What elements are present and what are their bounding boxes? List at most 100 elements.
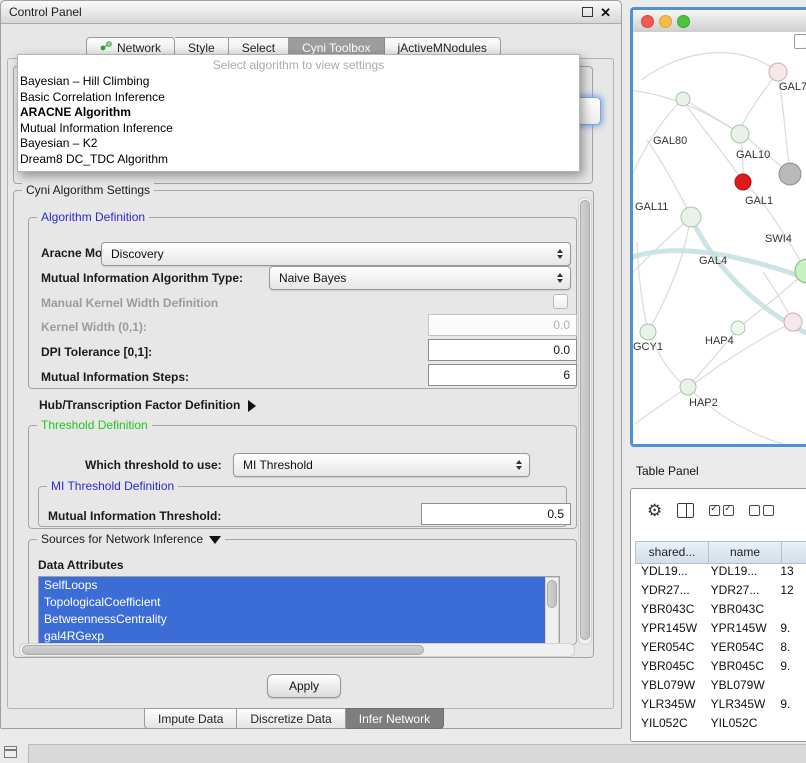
table-panel-window: ⚙ shared...name YDL19...YDL19...13YDR27.… [630,488,806,742]
data-attributes-label: Data Attributes [38,558,124,572]
mi-steps-input[interactable]: 6 [428,364,577,386]
attribute-item[interactable]: TopologicalCoefficient [39,594,552,611]
column-header[interactable]: name [709,541,782,564]
network-node[interactable] [680,379,696,395]
network-node[interactable] [779,163,801,185]
network-node[interactable] [681,207,701,227]
scrollbar-thumb[interactable] [547,580,557,608]
panel-toggle-icon[interactable] [4,746,17,758]
float-window-icon[interactable] [582,7,593,17]
network-node[interactable] [731,125,749,143]
select-all-icon[interactable] [709,505,734,516]
tab-infer-network[interactable]: Infer Network [346,708,444,729]
manual-kernel-width-checkbox [553,294,568,309]
attribute-item[interactable]: SelfLoops [39,577,552,594]
algorithm-option[interactable]: Bayesian – K2 [18,136,579,152]
window-close-button[interactable] [641,15,654,28]
table-row[interactable]: YIL052CYIL052C [635,714,806,733]
table-row[interactable]: YDR27...YDR27...12 [635,581,806,600]
network-canvas[interactable]: GAL7GAL80GAL10GAL1GAL11SWI4GAL4HAP4GCY1H… [633,32,806,444]
algorithm-option[interactable]: Mutual Information Inference [18,121,579,137]
scrollbar-thumb[interactable] [22,645,424,655]
which-threshold-label: Which threshold to use: [85,458,222,472]
algorithm-option[interactable]: Bayesian – Hill Climbing [18,74,579,90]
network-node[interactable] [676,92,690,106]
algorithm-option[interactable]: ARACNE Algorithm [18,105,579,121]
unchecked-checkbox-icon [763,505,774,516]
node-label: GAL1 [745,195,773,207]
table-row[interactable]: YER054CYER054C8. [635,638,806,657]
column-header[interactable]: shared... [635,541,709,564]
mi-algorithm-type-select[interactable]: Naive Bayes [269,266,571,290]
node-label: GAL11 [635,201,668,213]
network-node[interactable] [735,174,751,190]
bottom-tabs: Impute Data Discretize Data Infer Networ… [144,708,444,729]
network-node[interactable] [769,63,787,81]
network-node[interactable] [731,321,745,335]
node-label: SWI4 [765,233,792,245]
control-panel-titlebar[interactable]: Control Panel ✕ [1,1,621,24]
mi-threshold-input[interactable]: 0.5 [421,503,571,525]
kernel-width-input: 0.0 [428,314,577,336]
network-window-titlebar[interactable] [633,10,806,33]
tab-label: Infer Network [359,712,430,726]
data-attributes-listbox[interactable]: SelfLoopsTopologicalCoefficientBetweenne… [38,576,560,646]
unchecked-checkbox-icon [749,505,760,516]
canvas-scrollbar-button[interactable] [794,34,806,49]
node-label: GAL80 [653,135,687,147]
stepper-arrows-icon [552,269,568,287]
table-toolbar: ⚙ [631,495,806,525]
network-node[interactable] [784,313,802,331]
tab-label: Discretize Data [250,712,331,726]
node-label: GAL4 [699,255,727,267]
window-title: Control Panel [1,5,82,19]
window-zoom-button[interactable] [677,15,690,28]
stepper-arrows-icon [552,245,568,263]
aracne-mode-select[interactable]: Discovery [101,242,571,266]
column-header[interactable] [782,541,806,564]
hub-definition-toggle[interactable]: Hub/Transcription Factor Definition [39,398,256,412]
which-threshold-select[interactable]: MI Threshold [233,453,530,477]
deselect-all-icon[interactable] [749,505,774,516]
table-row[interactable]: YBR043CYBR043C [635,600,806,619]
tab-discretize-data[interactable]: Discretize Data [237,708,345,729]
network-node[interactable] [640,324,656,340]
algorithm-placeholder: Select algorithm to view settings [18,57,579,74]
table-header-row: shared...name [635,541,806,564]
settings-vertical-scrollbar[interactable] [578,197,592,645]
columns-icon[interactable] [677,503,694,518]
table-row[interactable]: YLR345WYLR345W9. [635,695,806,714]
stepper-arrows-icon [511,456,527,474]
settings-group-title: Cyni Algorithm Settings [22,183,154,197]
gear-icon[interactable]: ⚙ [647,502,662,519]
algorithm-option[interactable]: Basic Correlation Inference [18,90,579,106]
settings-horizontal-scrollbar[interactable] [19,643,575,657]
apply-button[interactable]: Apply [267,674,341,698]
window-minimize-button[interactable] [659,15,672,28]
dpi-tolerance-input[interactable]: 0.0 [428,339,577,361]
table-row[interactable]: YPR145WYPR145W9. [635,619,806,638]
network-edge [648,226,689,332]
cyni-algorithm-settings-group: Cyni Algorithm Settings Algorithm Defini… [13,190,594,658]
network-tab-icon [100,40,112,55]
tab-label: Network [117,41,161,55]
expand-arrow-icon [248,400,256,412]
mi-threshold-definition-title: MI Threshold Definition [47,479,178,493]
attribute-item[interactable]: BetweennessCentrality [39,611,552,628]
attributes-scrollbar[interactable] [545,577,559,645]
sources-toggle[interactable]: Sources for Network Inference [37,532,225,546]
tab-label: jActiveMNodules [398,41,487,55]
checked-checkbox-icon [709,505,720,516]
tab-label: Impute Data [158,712,223,726]
algorithm-option[interactable]: Dream8 DC_TDC Algorithm [18,152,579,168]
bottom-strip [28,744,806,763]
scrollbar-thumb[interactable] [580,200,590,640]
tab-label: Cyni Toolbox [302,41,370,55]
close-icon[interactable]: ✕ [600,6,611,19]
collapse-arrow-icon [209,536,221,544]
table-row[interactable]: YBR045CYBR045C9. [635,657,806,676]
tab-impute-data[interactable]: Impute Data [144,708,237,729]
which-threshold-value: MI Threshold [234,458,313,472]
table-row[interactable]: YBL079WYBL079W [635,676,806,695]
table-row[interactable]: YDL19...YDL19...13 [635,562,806,581]
